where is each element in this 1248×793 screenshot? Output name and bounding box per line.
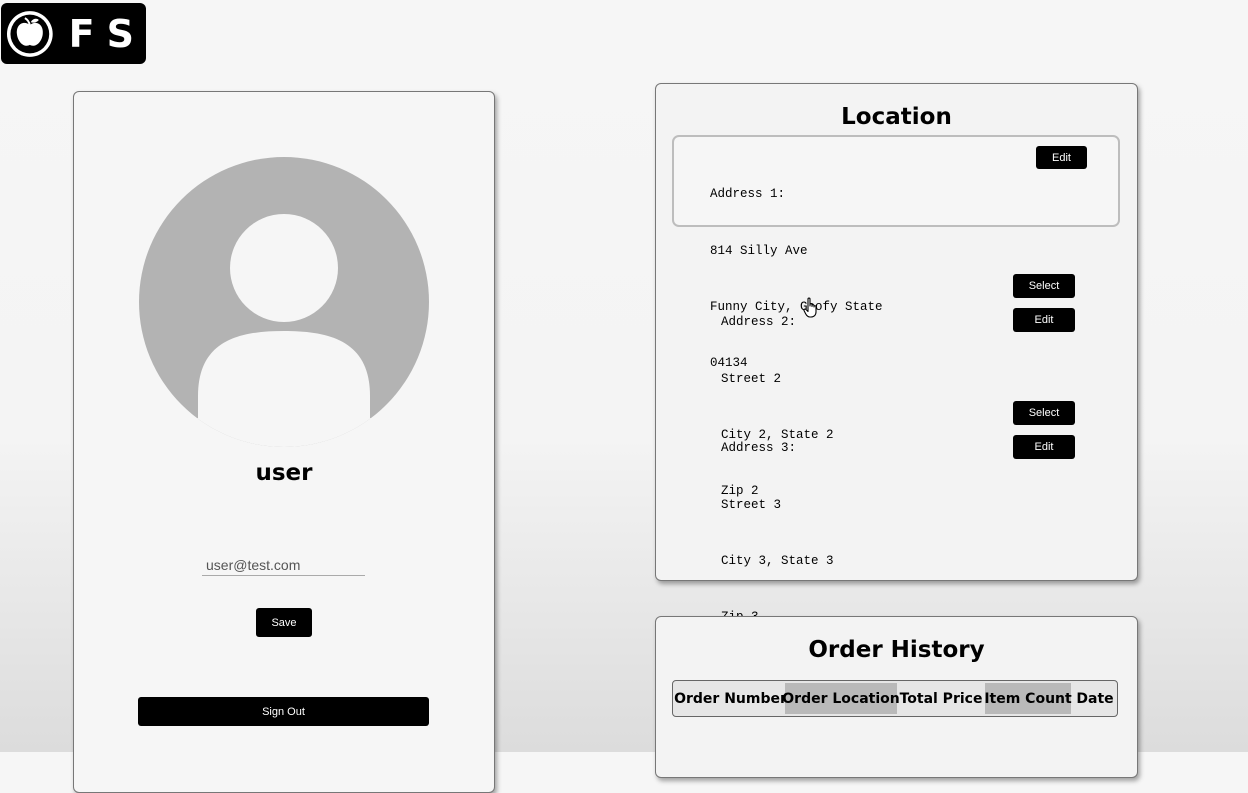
address-street: Street 2 [721, 371, 782, 386]
column-item-count[interactable]: Item Count [984, 683, 1072, 714]
email-field[interactable] [202, 554, 365, 576]
address-street: 814 Silly Ave [710, 243, 808, 258]
select-address-2-button[interactable]: Select [1013, 274, 1075, 298]
hand-pointer-icon [803, 297, 817, 318]
column-total-price[interactable]: Total Price [897, 683, 985, 714]
edit-address-2-button[interactable]: Edit [1013, 308, 1075, 332]
location-card: Location Address 1: 814 Silly Ave Funny … [655, 83, 1138, 624]
profile-username: user [255, 460, 313, 486]
select-address-3-button[interactable]: Select [1013, 401, 1075, 425]
address-heading: Address 1: [710, 187, 786, 202]
address-heading: Address 3: [721, 441, 797, 456]
address-city-state: City 3, State 3 [721, 553, 834, 568]
order-history-title: Order History [808, 637, 985, 663]
sign-out-button[interactable]: Sign Out [138, 697, 429, 726]
column-order-number[interactable]: Order Number [674, 683, 787, 714]
profile-card: user Save Sign Out [73, 91, 495, 793]
order-history-card: Order History Order Number Order Locatio… [655, 616, 1138, 778]
user-avatar-icon [139, 157, 429, 447]
apple-icon [6, 10, 53, 57]
selected-address-box: Address 1: 814 Silly Ave Funny City, Goo… [672, 135, 1120, 370]
address-street: Street 3 [721, 497, 782, 512]
location-title: Location [841, 104, 952, 130]
logo-text: FS [68, 11, 146, 56]
order-history-table-header: Order Number Order Location Total Price … [672, 680, 1118, 717]
column-order-location[interactable]: Order Location [782, 683, 900, 714]
edit-address-1-button[interactable]: Edit [1036, 146, 1087, 169]
column-date[interactable]: Date [1071, 683, 1119, 714]
edit-address-3-button[interactable]: Edit [1013, 435, 1075, 459]
save-button[interactable]: Save [256, 608, 312, 637]
app-logo[interactable]: FS [1, 3, 146, 64]
